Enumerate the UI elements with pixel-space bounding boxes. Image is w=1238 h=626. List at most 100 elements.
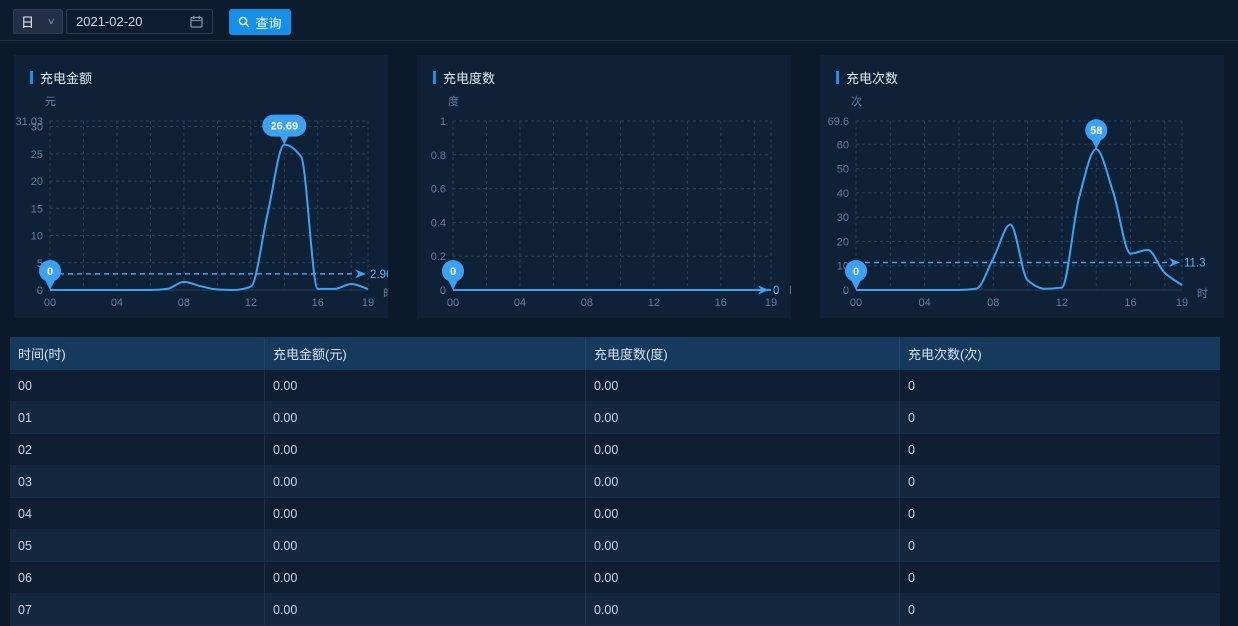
table-row: 050.000.000 <box>10 530 1220 562</box>
chart-count-line: 010203040506069.6次000408121619时11.3058 <box>820 55 1224 318</box>
table-cell: 0.00 <box>586 402 900 433</box>
table-cell: 04 <box>10 498 265 529</box>
table-cell: 0.00 <box>265 466 586 497</box>
table-cell: 0 <box>900 402 1220 433</box>
svg-text:1: 1 <box>440 116 446 128</box>
table-cell: 0 <box>900 562 1220 593</box>
svg-text:00: 00 <box>447 297 459 309</box>
svg-text:时: 时 <box>1197 287 1208 300</box>
table-cell: 0.00 <box>265 530 586 561</box>
svg-text:时: 时 <box>383 287 388 300</box>
svg-text:12: 12 <box>1056 297 1068 309</box>
svg-text:度: 度 <box>448 94 459 108</box>
calendar-icon <box>190 15 203 28</box>
svg-text:次: 次 <box>851 94 862 108</box>
svg-text:15: 15 <box>31 203 43 215</box>
svg-text:0: 0 <box>773 285 779 297</box>
table-cell: 0.00 <box>265 594 586 625</box>
svg-text:30: 30 <box>837 212 849 224</box>
table-cell: 0.00 <box>586 434 900 465</box>
table-cell: 0.00 <box>586 530 900 561</box>
svg-text:12: 12 <box>648 297 660 309</box>
svg-text:16: 16 <box>715 297 727 309</box>
svg-text:11.3: 11.3 <box>1184 258 1206 270</box>
svg-text:元: 元 <box>45 96 56 108</box>
table-cell: 0.00 <box>586 562 900 593</box>
search-icon <box>238 16 250 28</box>
title-accent-bar <box>836 71 839 84</box>
panel-title-text: 充电次数 <box>846 68 898 87</box>
svg-text:0.8: 0.8 <box>431 150 446 162</box>
panel-charge-energy: 充电度数 00.20.40.60.81度000408121619时00 <box>417 55 791 318</box>
table-body: 000.000.000010.000.000020.000.000030.000… <box>10 370 1220 626</box>
svg-text:16: 16 <box>312 297 324 309</box>
svg-text:40: 40 <box>837 188 849 200</box>
table-column-header: 充电度数(度) <box>586 337 900 370</box>
svg-text:50: 50 <box>837 164 849 176</box>
panel-title: 充电金额 <box>30 68 92 87</box>
date-picker-input[interactable]: 2021-02-20 <box>66 9 213 34</box>
table-cell: 06 <box>10 562 265 593</box>
svg-text:19: 19 <box>362 297 374 309</box>
title-accent-bar <box>30 71 33 84</box>
table-column-header: 充电金额(元) <box>265 337 586 370</box>
table-cell: 0 <box>900 498 1220 529</box>
table-cell: 0.00 <box>265 402 586 433</box>
svg-text:0: 0 <box>450 266 456 278</box>
svg-text:04: 04 <box>111 297 123 309</box>
date-value: 2021-02-20 <box>76 14 143 29</box>
svg-text:0: 0 <box>853 266 859 278</box>
table-cell: 0 <box>900 370 1220 401</box>
table-cell: 0.00 <box>265 562 586 593</box>
svg-text:20: 20 <box>837 236 849 248</box>
svg-text:25: 25 <box>31 149 43 161</box>
panel-charge-amount: 充电金额 05101520253031.03元000408121619时2.96… <box>14 55 388 318</box>
table-cell: 05 <box>10 530 265 561</box>
svg-text:08: 08 <box>581 297 593 309</box>
table-cell: 03 <box>10 466 265 497</box>
svg-text:04: 04 <box>514 297 526 309</box>
svg-text:19: 19 <box>765 297 777 309</box>
query-button[interactable]: 查询 <box>229 9 291 35</box>
svg-text:08: 08 <box>987 297 999 309</box>
svg-text:69.6: 69.6 <box>828 116 849 128</box>
table-cell: 07 <box>10 594 265 625</box>
svg-text:0: 0 <box>47 266 53 278</box>
svg-text:20: 20 <box>31 176 43 188</box>
svg-text:时: 时 <box>789 284 791 297</box>
table-cell: 0 <box>900 434 1220 465</box>
svg-text:26.69: 26.69 <box>271 121 299 133</box>
svg-text:0: 0 <box>440 285 446 297</box>
svg-text:31.03: 31.03 <box>15 116 43 128</box>
table-row: 030.000.000 <box>10 466 1220 498</box>
svg-text:0: 0 <box>37 285 43 297</box>
table-cell: 0.00 <box>265 434 586 465</box>
table-row: 060.000.000 <box>10 562 1220 594</box>
period-select[interactable]: 日 ∨ <box>13 9 63 34</box>
table-row: 040.000.000 <box>10 498 1220 530</box>
table-cell: 0.00 <box>586 594 900 625</box>
table-cell: 0.00 <box>265 370 586 401</box>
table-cell: 01 <box>10 402 265 433</box>
period-select-value: 日 <box>21 12 34 31</box>
table-cell: 0 <box>900 594 1220 625</box>
svg-text:2.96: 2.96 <box>370 269 388 281</box>
table-row: 010.000.000 <box>10 402 1220 434</box>
table-cell: 0.00 <box>586 370 900 401</box>
svg-text:0.4: 0.4 <box>431 217 446 229</box>
table-cell: 0 <box>900 466 1220 497</box>
panel-title-text: 充电金额 <box>40 68 92 87</box>
svg-text:0: 0 <box>843 285 849 297</box>
svg-text:12: 12 <box>245 297 257 309</box>
table-cell: 0 <box>900 530 1220 561</box>
filter-toolbar: 日 ∨ 2021-02-20 查询 <box>0 0 1238 41</box>
panel-title-text: 充电度数 <box>443 68 495 87</box>
svg-text:0.6: 0.6 <box>431 184 446 196</box>
svg-text:60: 60 <box>837 139 849 151</box>
svg-text:08: 08 <box>178 297 190 309</box>
svg-text:04: 04 <box>919 297 931 309</box>
panel-title: 充电度数 <box>433 68 495 87</box>
title-accent-bar <box>433 71 436 84</box>
chart-amount-line: 05101520253031.03元000408121619时2.96026.6… <box>14 55 388 318</box>
svg-text:58: 58 <box>1090 125 1102 137</box>
